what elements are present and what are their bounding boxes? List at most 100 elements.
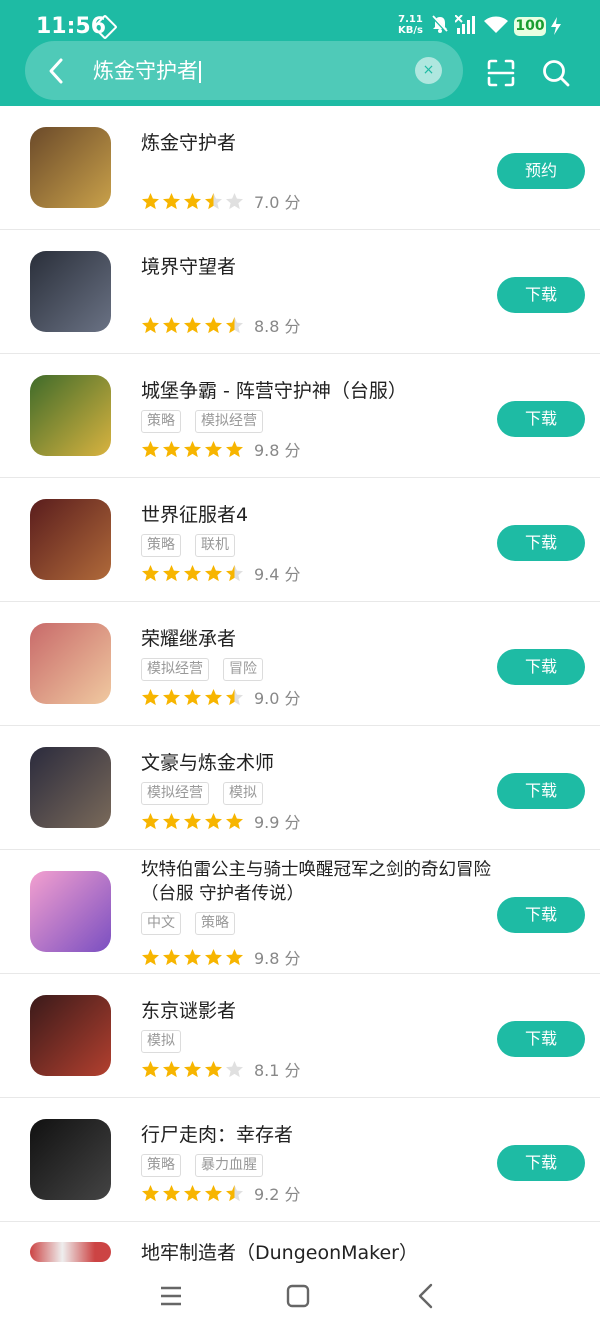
app-score: 9.2 分 bbox=[254, 1185, 301, 1204]
star-icon bbox=[163, 813, 180, 830]
app-icon[interactable] bbox=[30, 1119, 111, 1200]
app-tags: 模拟 bbox=[141, 1030, 195, 1053]
clear-search-button[interactable]: × bbox=[415, 57, 442, 84]
wifi-icon bbox=[484, 16, 508, 33]
app-tag: 模拟 bbox=[141, 1030, 181, 1053]
star-rating bbox=[141, 191, 246, 211]
app-list-item[interactable]: 行尸走肉：幸存者 策略 暴力血腥 9.2 分 下载 bbox=[0, 1098, 600, 1222]
app-icon[interactable] bbox=[30, 995, 111, 1076]
reserve-button[interactable]: 预约 bbox=[497, 153, 585, 189]
search-bar[interactable] bbox=[25, 41, 463, 100]
star-icon bbox=[163, 193, 180, 210]
download-button[interactable]: 下载 bbox=[497, 773, 585, 809]
star-icon bbox=[184, 1061, 201, 1078]
app-rating: 8.8 分 bbox=[141, 313, 301, 336]
app-name: 坎特伯雷公主与骑士唤醒冠军之剑的奇幻冒险（台服 守护者传说） bbox=[141, 860, 491, 904]
home-icon[interactable] bbox=[286, 1284, 310, 1308]
download-button[interactable]: 下载 bbox=[497, 277, 585, 313]
app-name: 荣耀继承者 bbox=[141, 628, 237, 650]
star-icon bbox=[163, 441, 180, 458]
app-list-item[interactable]: 东京谜影者 模拟 8.1 分 下载 bbox=[0, 974, 600, 1098]
app-list-item[interactable]: 境界守望者 8.8 分 下载 bbox=[0, 230, 600, 354]
star-icon bbox=[226, 1185, 243, 1202]
app-score: 8.8 分 bbox=[254, 317, 301, 336]
star-icon bbox=[205, 193, 222, 210]
system-nav-bar bbox=[0, 1263, 600, 1333]
star-rating bbox=[141, 687, 246, 707]
app-score: 9.8 分 bbox=[254, 441, 301, 460]
app-tags: 模拟经营 模拟 bbox=[141, 782, 277, 805]
app-name: 行尸走肉：幸存者 bbox=[141, 1124, 294, 1146]
app-icon[interactable] bbox=[30, 375, 111, 456]
download-button[interactable]: 下载 bbox=[497, 897, 585, 933]
app-icon[interactable] bbox=[30, 499, 111, 580]
app-icon[interactable] bbox=[30, 623, 111, 704]
app-name: 境界守望者 bbox=[141, 256, 237, 278]
app-rating: 9.2 分 bbox=[141, 1181, 301, 1204]
star-icon bbox=[205, 689, 222, 706]
app-name: 炼金守护者 bbox=[141, 132, 237, 154]
app-tag: 模拟经营 bbox=[195, 410, 263, 433]
nav-back-icon[interactable] bbox=[416, 1283, 436, 1309]
back-arrow-icon[interactable] bbox=[44, 56, 68, 86]
app-list-item[interactable]: 炼金守护者 7.0 分 预约 bbox=[0, 106, 600, 230]
star-icon bbox=[184, 193, 201, 210]
download-button[interactable]: 下载 bbox=[497, 1145, 585, 1181]
star-icon bbox=[226, 193, 243, 210]
app-tag: 模拟经营 bbox=[141, 782, 209, 805]
star-icon bbox=[163, 317, 180, 334]
app-list-item[interactable]: 地牢制造者（DungeonMaker） bbox=[0, 1222, 600, 1264]
star-icon bbox=[184, 565, 201, 582]
app-list-item[interactable]: 坎特伯雷公主与骑士唤醒冠军之剑的奇幻冒险（台服 守护者传说） 中文 策略 9.8 分 下… bbox=[0, 850, 600, 974]
app-tag: 模拟 bbox=[223, 782, 263, 805]
app-name: 世界征服者4 bbox=[141, 504, 249, 526]
app-tags: 中文 策略 bbox=[141, 912, 249, 935]
star-icon bbox=[184, 813, 201, 830]
signal-icon bbox=[455, 15, 475, 34]
star-icon bbox=[226, 689, 243, 706]
top-header: 11:56 7.11 KB/s 100 炼金守护者 × bbox=[0, 0, 600, 106]
star-rating bbox=[141, 439, 246, 459]
scan-icon[interactable] bbox=[486, 58, 516, 88]
star-icon bbox=[163, 1061, 180, 1078]
app-list-item[interactable]: 文豪与炼金术师 模拟经营 模拟 9.9 分 下载 bbox=[0, 726, 600, 850]
app-icon[interactable] bbox=[30, 1242, 111, 1262]
star-icon bbox=[226, 949, 243, 966]
star-rating bbox=[141, 315, 246, 335]
app-score: 7.0 分 bbox=[254, 193, 301, 212]
star-icon bbox=[226, 813, 243, 830]
text-caret bbox=[199, 61, 201, 83]
star-icon bbox=[142, 813, 159, 830]
download-button[interactable]: 下载 bbox=[497, 401, 585, 437]
network-speed-unit: KB/s bbox=[398, 25, 423, 36]
app-score: 9.0 分 bbox=[254, 689, 301, 708]
star-icon bbox=[184, 949, 201, 966]
download-button[interactable]: 下载 bbox=[497, 525, 585, 561]
app-list-item[interactable]: 荣耀继承者 模拟经营 冒险 9.0 分 下载 bbox=[0, 602, 600, 726]
download-button[interactable]: 下载 bbox=[497, 649, 585, 685]
app-icon[interactable] bbox=[30, 127, 111, 208]
app-tag: 模拟经营 bbox=[141, 658, 209, 681]
star-icon bbox=[226, 441, 243, 458]
star-icon bbox=[142, 1061, 159, 1078]
app-icon[interactable] bbox=[30, 871, 111, 952]
star-icon bbox=[184, 317, 201, 334]
star-icon bbox=[142, 1185, 159, 1202]
charging-icon bbox=[551, 17, 561, 35]
star-icon bbox=[205, 317, 222, 334]
app-tag: 策略 bbox=[141, 534, 181, 557]
star-icon bbox=[205, 441, 222, 458]
app-icon[interactable] bbox=[30, 747, 111, 828]
star-icon bbox=[226, 317, 243, 334]
search-icon[interactable] bbox=[541, 58, 571, 88]
app-icon[interactable] bbox=[30, 251, 111, 332]
download-button[interactable]: 下载 bbox=[497, 1021, 585, 1057]
recent-apps-icon[interactable] bbox=[159, 1285, 183, 1307]
app-list-item[interactable]: 世界征服者4 策略 联机 9.4 分 下载 bbox=[0, 478, 600, 602]
search-input[interactable]: 炼金守护者 bbox=[93, 56, 201, 86]
app-score: 9.8 分 bbox=[254, 949, 301, 968]
app-list-item[interactable]: 城堡争霸 - 阵营守护神（台服） 策略 模拟经营 9.8 分 下载 bbox=[0, 354, 600, 478]
search-query: 炼金守护者 bbox=[93, 59, 198, 83]
app-tags: 策略 联机 bbox=[141, 534, 249, 557]
mute-bell-icon bbox=[431, 15, 449, 34]
